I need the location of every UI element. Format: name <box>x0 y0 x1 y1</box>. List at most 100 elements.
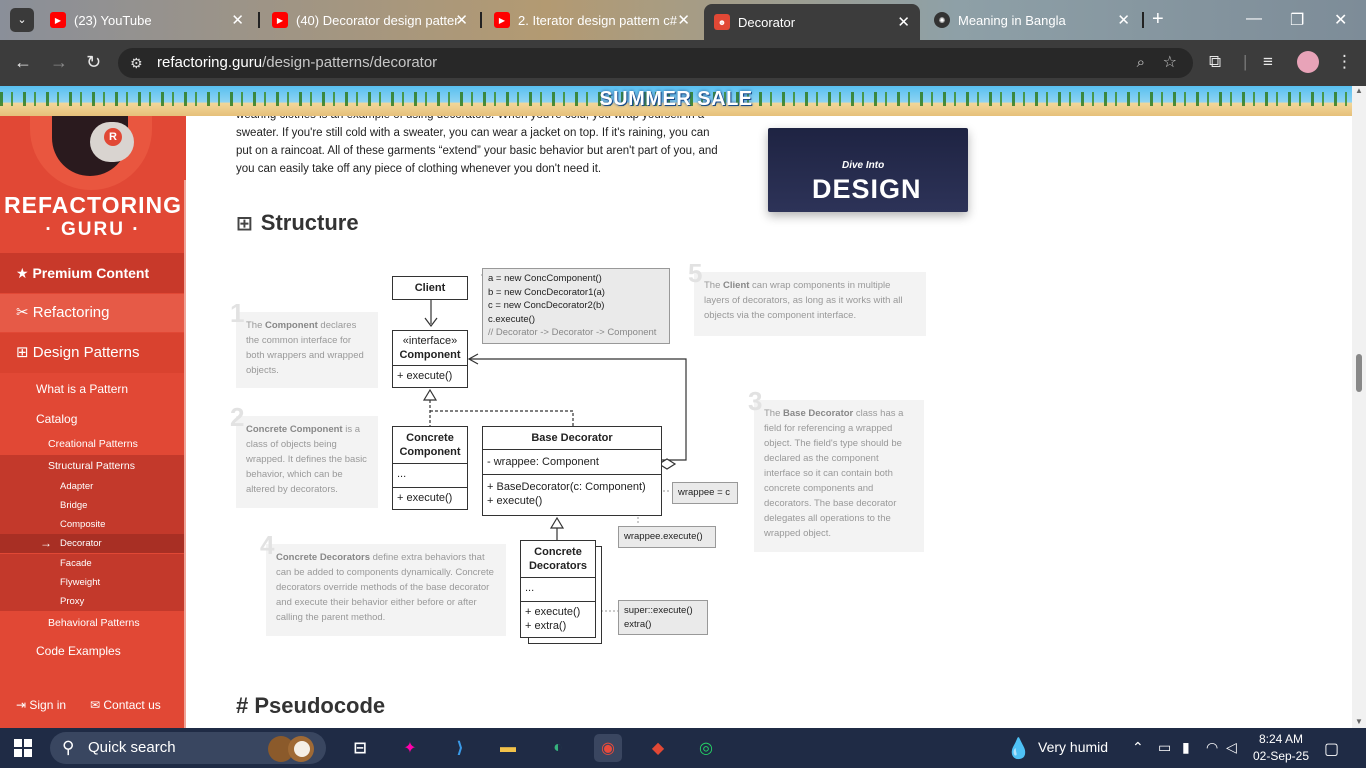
uml-method: + extra() <box>525 620 567 632</box>
menu-kebab-icon[interactable]: ⋮ <box>1336 52 1353 72</box>
minimize-icon[interactable]: — <box>1246 10 1262 28</box>
wifi-icon[interactable]: ◠ <box>1206 739 1218 756</box>
task-view-icon[interactable]: ⊟ <box>346 734 374 762</box>
sign-in-link[interactable]: ⇥ Sign in <box>16 698 66 712</box>
sidebar-footer: ⇥ Sign in ✉ Contact us <box>0 690 184 728</box>
tab-close-icon[interactable]: ✕ <box>231 11 244 29</box>
logo-text[interactable]: REFACTORING <box>0 192 186 219</box>
sidebar-item-behavioral[interactable]: Behavioral Patterns <box>0 612 184 634</box>
tab-close-icon[interactable]: ✕ <box>897 13 910 31</box>
main-content: wearing clothes is an example of using d… <box>186 116 1352 728</box>
sidebar-item-refactoring[interactable]: ✂ Refactoring <box>0 294 184 332</box>
vscode-icon[interactable]: ⟩ <box>446 734 474 762</box>
site-settings-icon[interactable]: ⚙ <box>130 48 143 78</box>
tab-decorator-video[interactable]: ▶ (40) Decorator design patter ✕ <box>262 6 478 34</box>
sidebar-item-design-patterns[interactable]: ⊞ Design Patterns <box>0 333 184 373</box>
uml-diagram: Client a = new ConcComponent() b = new C… <box>226 260 936 652</box>
para-line: you can easily take off any piece of clo… <box>236 163 602 175</box>
reload-icon[interactable]: ↻ <box>86 52 101 73</box>
tab-close-icon[interactable]: ✕ <box>1117 11 1130 29</box>
sidebar-item-creational[interactable]: Creational Patterns <box>0 433 184 455</box>
page-scrollbar[interactable]: ▲ ▼ <box>1352 86 1366 728</box>
tab-search-button[interactable]: ⌄ <box>10 8 34 32</box>
new-tab-button[interactable]: + <box>1152 8 1164 31</box>
youtube-icon: ▶ <box>272 12 288 28</box>
sidebar-item-label: Design Patterns <box>32 344 140 361</box>
contact-label: Contact us <box>103 698 161 712</box>
media-controls-icon[interactable]: ≡ <box>1263 52 1273 72</box>
book-cover-ad[interactable]: Dive Into DESIGN <box>768 128 968 212</box>
sidebar-item-code-examples[interactable]: Code Examples <box>0 637 184 665</box>
sidebar-item-structural[interactable]: Structural Patterns <box>0 455 184 477</box>
notifications-icon[interactable]: ▢ <box>1324 739 1339 759</box>
back-icon[interactable]: ← <box>14 52 32 73</box>
tab-close-icon[interactable]: ✕ <box>677 11 690 29</box>
chrome-icon[interactable]: ◉ <box>594 734 622 762</box>
show-hidden-icons-icon[interactable]: ⌃ <box>1132 739 1144 756</box>
sign-in-label: Sign in <box>29 698 67 712</box>
tab-decorator-active[interactable]: ☻ Decorator ✕ <box>704 4 920 40</box>
sidebar-item-premium[interactable]: ★ Premium Content <box>0 253 184 293</box>
sidebar-item-what-is[interactable]: What is a Pattern <box>0 375 184 403</box>
bookmark-star-icon[interactable]: ☆ <box>1163 48 1177 78</box>
sidebar-item-catalog[interactable]: Catalog <box>0 405 184 433</box>
sidebar-item-decorator[interactable]: → Decorator <box>0 534 184 553</box>
scroll-up-icon[interactable]: ▲ <box>1355 86 1363 95</box>
uml-component-title: Component <box>399 349 461 361</box>
url-bar[interactable]: ⚙ refactoring.guru/design-patterns/decor… <box>118 48 1193 78</box>
device-icon[interactable]: ▭ <box>1158 739 1171 756</box>
sidebar-item-label: Refactoring <box>32 304 110 321</box>
search-icon: ⚲ <box>62 738 75 757</box>
weather-label[interactable]: Very humid <box>1038 739 1108 755</box>
client-code-snippet: a = new ConcComponent() b = new ConcDeco… <box>482 268 670 344</box>
whatsapp-icon[interactable]: ◎ <box>692 734 720 762</box>
code-line: super::execute() <box>624 605 693 616</box>
structure-heading: ⊞ Structure <box>236 210 359 236</box>
uml-stereotype: «interface» <box>402 335 458 347</box>
sidebar-item-composite[interactable]: Composite <box>0 515 184 534</box>
summer-sale-banner[interactable]: SUMMER SALE <box>0 86 1352 116</box>
note-client: 5 The Client can wrap components in mult… <box>688 260 926 336</box>
sidebar-item-proxy[interactable]: Proxy <box>0 592 184 611</box>
scroll-down-icon[interactable]: ▼ <box>1355 717 1363 726</box>
scrollbar-thumb[interactable] <box>1356 354 1362 392</box>
sidebar-item-flyweight[interactable]: Flyweight <box>0 573 184 592</box>
profile-avatar[interactable] <box>1297 51 1319 73</box>
weather-icon[interactable]: 💧 <box>1006 736 1031 761</box>
raccoon-mascot-logo[interactable]: R <box>30 116 152 190</box>
windows-start-icon[interactable] <box>14 739 32 757</box>
sidebar-item-bridge[interactable]: Bridge <box>0 496 184 515</box>
close-window-icon[interactable]: ✕ <box>1334 10 1347 30</box>
volume-icon[interactable]: ◁ <box>1226 739 1237 756</box>
taskbar-search[interactable]: ⚲ Quick search <box>50 732 326 764</box>
copilot-icon[interactable]: ✦ <box>396 734 424 762</box>
sidebar-item-facade[interactable]: Facade <box>0 554 184 573</box>
system-clock[interactable]: 8:24 AM 02-Sep-25 <box>1250 731 1312 765</box>
note-component: 1 The Component declares the common inte… <box>230 300 378 388</box>
code-line: a = new ConcComponent() <box>488 273 602 284</box>
mascot-badge: R <box>104 128 122 146</box>
tab-iterator-video[interactable]: ▶ 2. Iterator design pattern c# ✕ <box>484 6 700 34</box>
banner-title: SUMMER SALE <box>599 88 753 110</box>
logo-subtext[interactable]: · GURU · <box>0 219 186 241</box>
battery-icon[interactable]: ▮ <box>1182 739 1190 756</box>
sidebar-item-adapter[interactable]: Adapter <box>0 477 184 496</box>
zoom-icon[interactable]: ⌕ <box>1137 48 1145 78</box>
edge-icon[interactable]: ◐ <box>544 734 572 762</box>
tab-meaning-bangla[interactable]: ✺ Meaning in Bangla ✕ <box>924 6 1140 34</box>
note-concrete-component: 2 Concrete Component is a class of objec… <box>230 404 378 508</box>
chatgpt-icon: ✺ <box>934 12 950 28</box>
hash-icon: # <box>236 693 255 718</box>
tab-close-icon[interactable]: ✕ <box>455 11 468 29</box>
brave-icon[interactable]: ◆ <box>644 734 672 762</box>
hierarchy-icon: ⊞ <box>16 344 33 361</box>
contact-link[interactable]: ✉ Contact us <box>90 698 161 712</box>
file-explorer-icon[interactable]: ▬ <box>494 734 522 762</box>
forward-icon[interactable]: → <box>50 52 68 73</box>
restore-icon[interactable]: ❐ <box>1290 10 1304 30</box>
tab-youtube[interactable]: ▶ (23) YouTube ✕ <box>40 6 254 34</box>
tab-divider <box>258 12 260 28</box>
heading-text: Structure <box>260 210 359 235</box>
extensions-icon[interactable]: ⧉ <box>1209 52 1221 72</box>
coconut-search-highlight-icon <box>264 734 320 762</box>
